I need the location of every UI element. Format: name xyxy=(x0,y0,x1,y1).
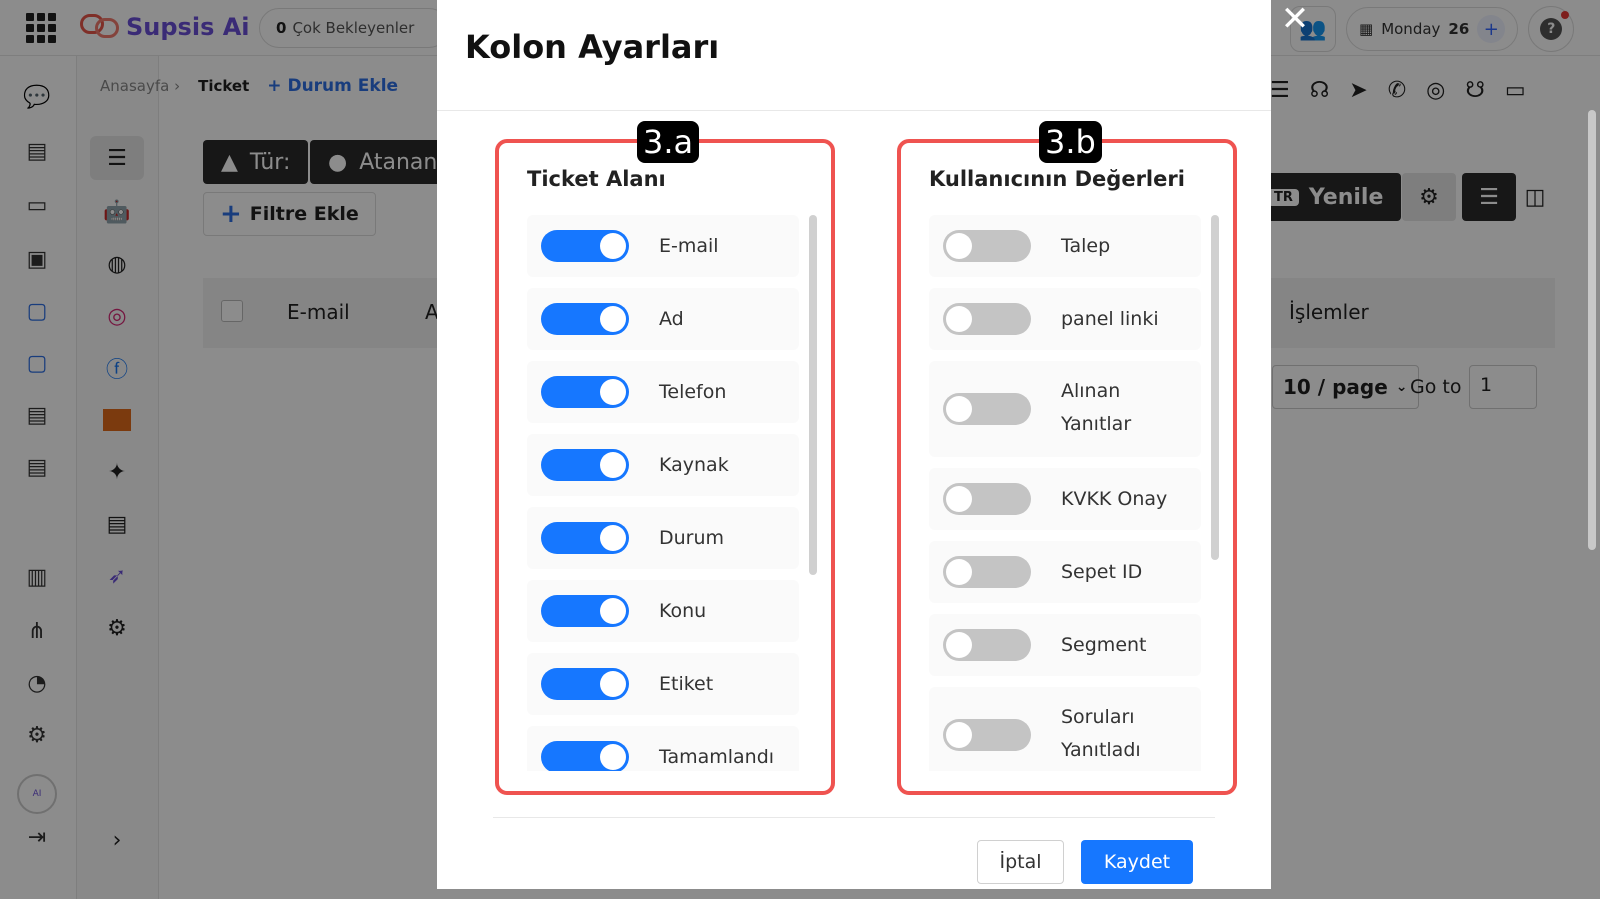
step-badge-3b: 3.b xyxy=(1039,121,1102,163)
toggle-knob xyxy=(946,396,972,422)
column-toggle-switch[interactable] xyxy=(943,629,1031,661)
user-values-list: Talep panel linki Alınan Yanıtlar KVKK Onay… xyxy=(929,215,1219,771)
toggle-label: panel linki xyxy=(1061,308,1159,330)
toggle-row: Alınan Yanıtlar xyxy=(929,361,1201,457)
toggle-label: Durum xyxy=(659,527,725,549)
toggle-label: Soruları Yanıtladı xyxy=(1061,706,1141,761)
toggle-row: Tamamlandı xyxy=(527,726,799,771)
save-button[interactable]: Kaydet xyxy=(1081,840,1193,884)
user-values-title: Kullanıcının Değerleri xyxy=(929,167,1185,191)
toggle-knob xyxy=(946,722,972,748)
toggle-label: Ad xyxy=(659,308,684,330)
user-values-scrollbar[interactable] xyxy=(1211,215,1219,560)
toggle-label: Konu xyxy=(659,600,707,622)
cancel-button[interactable]: İptal xyxy=(977,840,1064,884)
toggle-knob xyxy=(946,306,972,332)
toggle-label: Kaynak xyxy=(659,454,729,476)
column-toggle-switch[interactable] xyxy=(541,595,629,627)
column-toggle-switch[interactable] xyxy=(541,449,629,481)
toggle-label: E-mail xyxy=(659,235,719,257)
toggle-row: Segment xyxy=(929,614,1201,676)
toggle-knob xyxy=(600,525,626,551)
toggle-row: Kaynak xyxy=(527,434,799,496)
toggle-knob xyxy=(946,233,972,259)
toggle-knob xyxy=(600,379,626,405)
ticket-fields-panel: 3.a Ticket Alanı E-mail Ad Telefon Kaynak Du… xyxy=(495,121,835,795)
modal-title: Kolon Ayarları xyxy=(465,28,720,66)
toggle-row: E-mail xyxy=(527,215,799,277)
toggle-knob xyxy=(600,744,626,770)
page-scrollbar[interactable] xyxy=(1588,110,1596,550)
modal-footer-divider xyxy=(493,817,1215,818)
column-toggle-switch[interactable] xyxy=(541,303,629,335)
user-values-panel: 3.b Kullanıcının Değerleri Talep panel li… xyxy=(897,121,1237,795)
modal-header: Kolon Ayarları xyxy=(437,0,1271,111)
toggle-row: Talep xyxy=(929,215,1201,277)
toggle-knob xyxy=(946,486,972,512)
toggle-row: KVKK Onay xyxy=(929,468,1201,530)
column-toggle-switch[interactable] xyxy=(943,556,1031,588)
toggle-row: panel linki xyxy=(929,288,1201,350)
toggle-knob xyxy=(600,452,626,478)
close-icon[interactable]: ✕ xyxy=(1280,2,1310,36)
toggle-row: Soruları Yanıtladı xyxy=(929,687,1201,771)
ticket-fields-title: Ticket Alanı xyxy=(527,167,666,191)
ticket-fields-scrollbar[interactable] xyxy=(809,215,817,575)
column-toggle-switch[interactable] xyxy=(541,668,629,700)
toggle-label: Tamamlandı xyxy=(659,746,775,768)
toggle-knob xyxy=(946,632,972,658)
toggle-knob xyxy=(600,598,626,624)
toggle-knob xyxy=(600,671,626,697)
toggle-row: Ad xyxy=(527,288,799,350)
step-badge-3a: 3.a xyxy=(637,121,700,163)
column-toggle-switch[interactable] xyxy=(943,303,1031,335)
column-toggle-switch[interactable] xyxy=(943,230,1031,262)
toggle-label: Segment xyxy=(1061,634,1147,656)
toggle-label: Etiket xyxy=(659,673,714,695)
toggle-label: Talep xyxy=(1061,235,1111,257)
toggle-label: Alınan Yanıtlar xyxy=(1061,380,1132,435)
toggle-row: Durum xyxy=(527,507,799,569)
column-toggle-switch[interactable] xyxy=(541,741,629,771)
toggle-label: Sepet ID xyxy=(1061,561,1143,583)
column-toggle-switch[interactable] xyxy=(541,522,629,554)
column-toggle-switch[interactable] xyxy=(541,230,629,262)
toggle-row: Telefon xyxy=(527,361,799,423)
toggle-row: Sepet ID xyxy=(929,541,1201,603)
column-toggle-switch[interactable] xyxy=(943,393,1031,425)
toggle-label: KVKK Onay xyxy=(1061,488,1168,510)
toggle-label: Telefon xyxy=(659,381,727,403)
column-settings-modal: Kolon Ayarları 3.a Ticket Alanı E-mail Ad… xyxy=(437,0,1271,889)
column-toggle-switch[interactable] xyxy=(943,483,1031,515)
toggle-knob xyxy=(600,306,626,332)
column-toggle-switch[interactable] xyxy=(943,719,1031,751)
ticket-fields-list: E-mail Ad Telefon Kaynak Durum Konu Etiket Tama… xyxy=(527,215,817,771)
toggle-knob xyxy=(600,233,626,259)
toggle-knob xyxy=(946,559,972,585)
toggle-row: Etiket xyxy=(527,653,799,715)
column-toggle-switch[interactable] xyxy=(541,376,629,408)
toggle-row: Konu xyxy=(527,580,799,642)
